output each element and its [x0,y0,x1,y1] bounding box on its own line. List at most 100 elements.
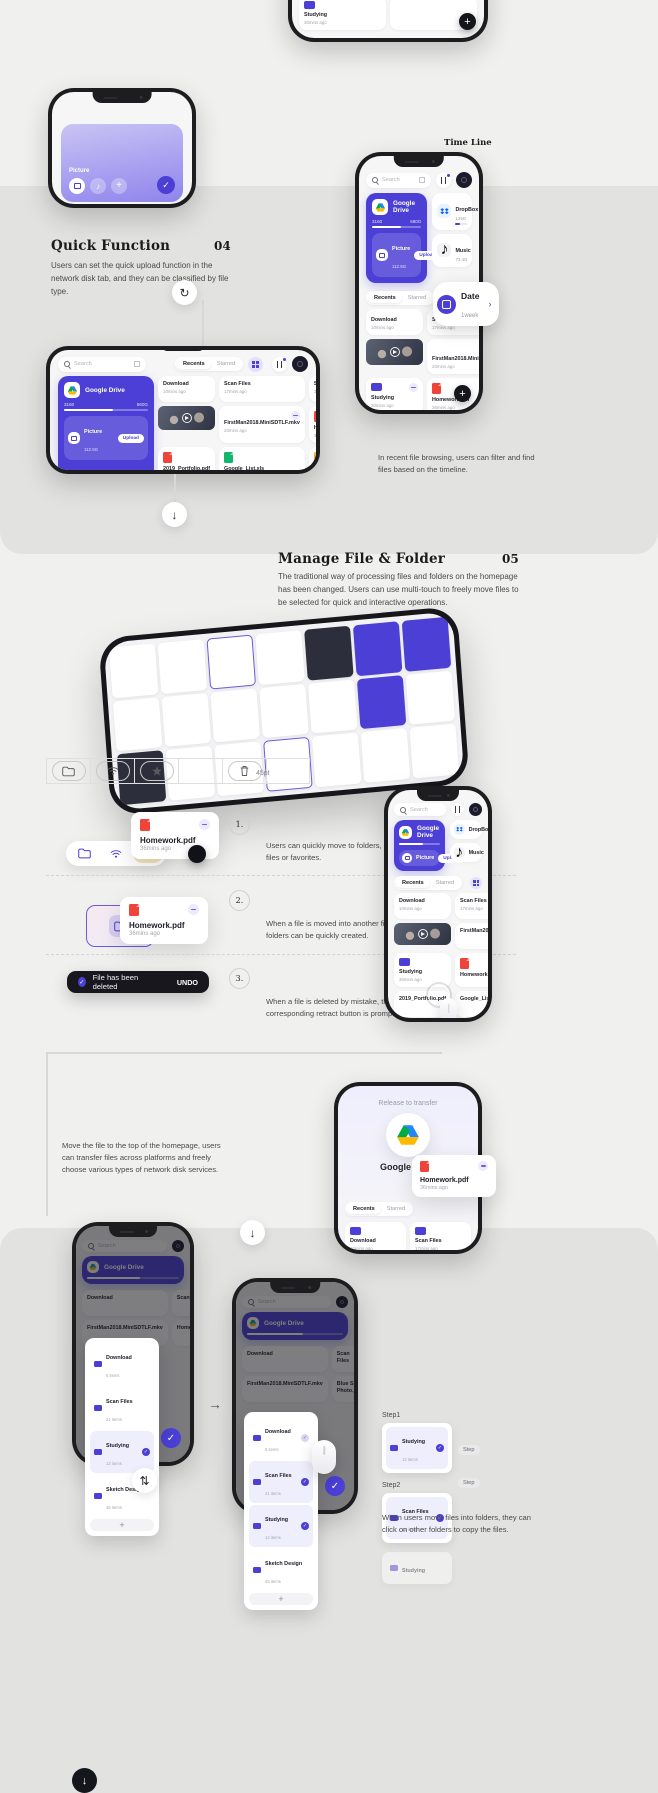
scroll-down-icon[interactable]: ↓ [162,502,187,527]
avatar[interactable] [292,356,308,372]
segmented-tabs[interactable]: Recents Starred [394,876,463,890]
list-item-selected[interactable]: Studying 12 items ✓ [90,1431,154,1473]
tab-recents[interactable]: Recents [368,292,402,303]
google-drive-card[interactable]: Google Drive 3160 660G Picture 112.5G Up… [366,193,441,283]
search-input[interactable]: Search [58,356,146,372]
search-input[interactable]: Search [366,172,431,188]
list-item[interactable]: Scan Files 21 items [90,1387,154,1429]
grid-tile[interactable] [161,692,212,748]
grid-tile[interactable] [409,723,460,779]
sort-button[interactable] [451,803,464,816]
star-icon[interactable] [139,761,174,781]
more-icon[interactable] [199,819,210,830]
chevron-right-icon[interactable]: › [488,299,491,309]
google-drive-card[interactable]: Google Drive Picture Upload [394,820,465,871]
table-row[interactable]: Studying 30mins ago [308,376,316,402]
add-folder-button[interactable]: + [90,1519,154,1531]
list-item[interactable]: Sketch Design 45 items [249,1549,313,1591]
confirm-button[interactable]: ✓ [157,176,175,194]
step-folder-card[interactable]: Studying 12 items ✓ [382,1423,452,1473]
more-icon[interactable] [290,411,300,420]
video-card[interactable] [394,923,452,949]
grid-tile-active[interactable] [356,674,407,730]
table-row[interactable]: Studying 30mins ago [366,377,424,410]
grid-tile[interactable] [255,630,305,685]
drag-handle-icon[interactable]: ⇅ [132,1468,157,1493]
table-row[interactable]: Branding Logo.key [308,446,316,470]
refresh-icon[interactable]: ↻ [172,280,197,305]
music-card[interactable]: ♪ Music [449,843,484,862]
video-card[interactable] [158,406,216,443]
table-row[interactable]: Download 10mins ago [158,376,216,402]
grid-tile[interactable] [210,688,260,743]
add-button[interactable]: + [454,385,471,402]
tab-starred[interactable]: Starred [402,293,432,303]
table-row[interactable]: 2019_Portfolio.pdf [158,446,216,470]
tab-recents[interactable]: Recents [177,359,211,369]
add-icon[interactable]: + [111,178,127,194]
grid-tile[interactable] [108,643,159,699]
music-card[interactable]: ♪ Music 73.4G [432,233,472,267]
grid-tile[interactable] [311,732,362,788]
search-input[interactable]: Search [394,803,446,816]
share-icon[interactable] [101,844,131,863]
table-row[interactable]: Download 10mins ago [366,309,424,335]
add-button[interactable]: + [459,13,476,30]
list-item[interactable]: Download 5 items [90,1343,154,1385]
grid-tile[interactable] [308,679,358,734]
folder-icon[interactable] [69,844,99,863]
add-folder-button[interactable]: + [249,1593,313,1605]
grid-tile-video[interactable] [304,625,354,681]
scan-icon[interactable] [134,361,140,367]
segmented-tabs[interactable]: Recents Starred [366,290,435,305]
grid-tile[interactable] [112,696,163,752]
google-drive-card[interactable]: Google Drive 3160 660G Picture 112.5G Up… [58,376,154,470]
file-card[interactable]: Studying 30mins ago [299,0,386,30]
image-icon[interactable] [69,178,85,194]
list-item-selected[interactable]: Scan Files 21 items ✓ [249,1461,313,1503]
grid-tile-active[interactable] [352,621,403,676]
confirm-button[interactable]: ✓ [325,1476,345,1496]
scroll-down-icon[interactable]: ↓ [240,1220,265,1245]
table-row[interactable]: FirstMan2018.MiniSDTLF.mkv [455,923,488,949]
step-folder-card-inactive[interactable]: Studying [382,1552,452,1584]
tab-starred[interactable]: Starred [381,1204,411,1214]
headphone-icon[interactable]: ♪ [90,178,106,194]
undo-button[interactable]: UNDO [177,978,198,987]
table-row[interactable]: Scan Files 17mins ago [455,893,488,919]
segmented-tabs[interactable]: Recents Starred [345,1202,414,1216]
picture-row[interactable]: Picture Upload [399,850,465,866]
grid-tile-active[interactable] [401,616,452,672]
share-icon[interactable] [95,761,130,781]
picture-row[interactable]: Picture 112.5G Upload [64,416,148,460]
table-row[interactable]: Google_List.xls [219,446,305,470]
confirm-button[interactable]: ✓ [161,1428,181,1448]
tab-recents[interactable]: Recents [347,1204,381,1214]
table-row[interactable]: Scan Files 17mins ago [410,1222,471,1250]
grid-tile[interactable] [157,638,208,694]
table-row[interactable]: Homework.pdf [455,953,488,987]
scan-icon[interactable] [419,177,425,183]
grid-view-button[interactable] [470,877,482,889]
tab-starred[interactable]: Starred [211,359,241,369]
grid-tile[interactable] [360,728,411,784]
tab-starred[interactable]: Starred [430,878,460,888]
more-icon[interactable] [478,1161,488,1171]
table-row[interactable]: Scan Files 17mins ago [219,376,305,402]
dropbox-card[interactable]: DropBox [449,820,488,839]
table-row[interactable]: Homework.pdf 36mins ago [308,406,316,443]
table-row[interactable]: Download 10mins ago [394,893,452,919]
grid-tile-selected-outline[interactable] [206,634,257,690]
scroll-down-button[interactable]: ↓ [72,1768,97,1793]
upload-button[interactable]: Upload [117,433,144,443]
sort-button[interactable] [272,356,287,372]
avatar[interactable] [456,172,472,188]
more-icon[interactable] [409,382,419,392]
tab-recents[interactable]: Recents [396,878,430,888]
date-filter-chip[interactable]: Date 1week › [433,282,500,326]
list-item[interactable]: Download 5 items ✓ [249,1417,313,1459]
more-icon[interactable] [188,904,199,915]
table-row[interactable]: FirstMan2018.MiniSDTLF.mkv 20mins ago [219,406,305,443]
table-row[interactable]: Studying 30mins ago [394,953,452,987]
dragged-file-card[interactable]: Homework.pdf 36mins ago [120,897,208,944]
